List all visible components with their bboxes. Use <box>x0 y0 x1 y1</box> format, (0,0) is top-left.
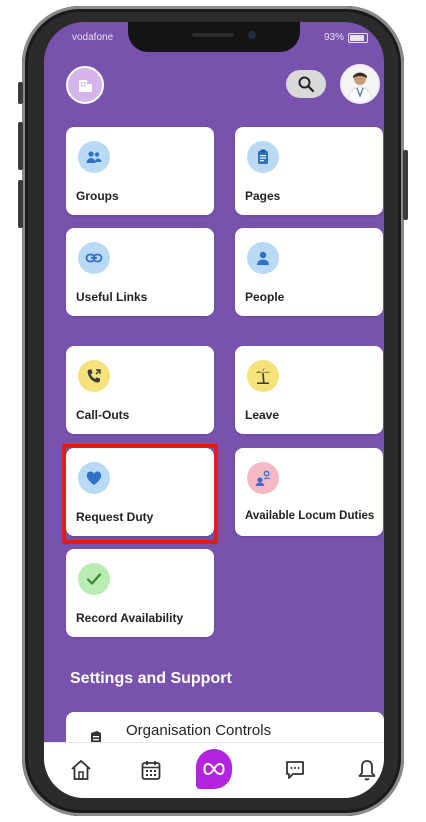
battery-percent: 93% <box>323 32 344 43</box>
phone-callout-icon <box>78 360 110 392</box>
palm-tree-icon <box>247 360 279 392</box>
doctor-avatar[interactable] <box>340 64 380 104</box>
chat-icon[interactable] <box>280 755 310 785</box>
card-label: Call-Outs <box>76 408 130 422</box>
volume-up-button <box>18 122 23 170</box>
card-label: Leave <box>245 408 280 422</box>
calendar-icon[interactable] <box>136 755 166 785</box>
power-button <box>403 150 408 220</box>
battery-status: 93% <box>324 32 368 43</box>
people-icon <box>78 141 110 173</box>
card-label: Record Availability <box>76 611 184 625</box>
locum-person-icon <box>247 462 279 494</box>
checkmark-icon <box>78 563 110 595</box>
search-button[interactable] <box>286 70 326 98</box>
card-label: Useful Links <box>76 290 148 304</box>
mute-switch <box>18 82 23 104</box>
clipboard-icon <box>247 141 279 173</box>
card-label: Available Locum Duties <box>245 510 375 522</box>
link-icon <box>78 242 110 274</box>
card-label: People <box>245 290 285 304</box>
card-people[interactable]: People <box>235 228 383 316</box>
card-label: Groups <box>76 189 119 203</box>
bottom-tab-bar <box>44 742 384 798</box>
building-icon[interactable] <box>66 66 104 104</box>
notch <box>128 22 300 52</box>
card-call-outs[interactable]: Call-Outs <box>66 346 214 434</box>
volume-down-button <box>18 180 23 228</box>
settings-section-title: Settings and Support <box>70 670 232 687</box>
card-groups[interactable]: Groups <box>66 127 214 215</box>
card-pages[interactable]: Pages <box>235 127 383 215</box>
infinity-icon[interactable] <box>196 749 232 789</box>
card-record-availability[interactable]: Record Availability <box>66 549 214 637</box>
carrier-label: vodafone <box>72 32 114 43</box>
battery-icon <box>348 32 368 43</box>
card-useful-links[interactable]: Useful Links <box>66 228 214 316</box>
card-available-locum-duties[interactable]: Available Locum Duties <box>235 448 383 536</box>
highlight-box <box>62 444 218 544</box>
card-leave[interactable]: Leave <box>235 346 383 434</box>
app-screen: vodafone 93% Groups Pages Useful Links P… <box>44 22 384 798</box>
home-icon[interactable] <box>66 755 96 785</box>
person-icon <box>247 242 279 274</box>
organisation-controls-label: Organisation Controls <box>126 722 272 739</box>
bell-icon[interactable] <box>352 755 382 785</box>
search-icon <box>298 76 315 93</box>
card-label: Pages <box>245 189 281 203</box>
